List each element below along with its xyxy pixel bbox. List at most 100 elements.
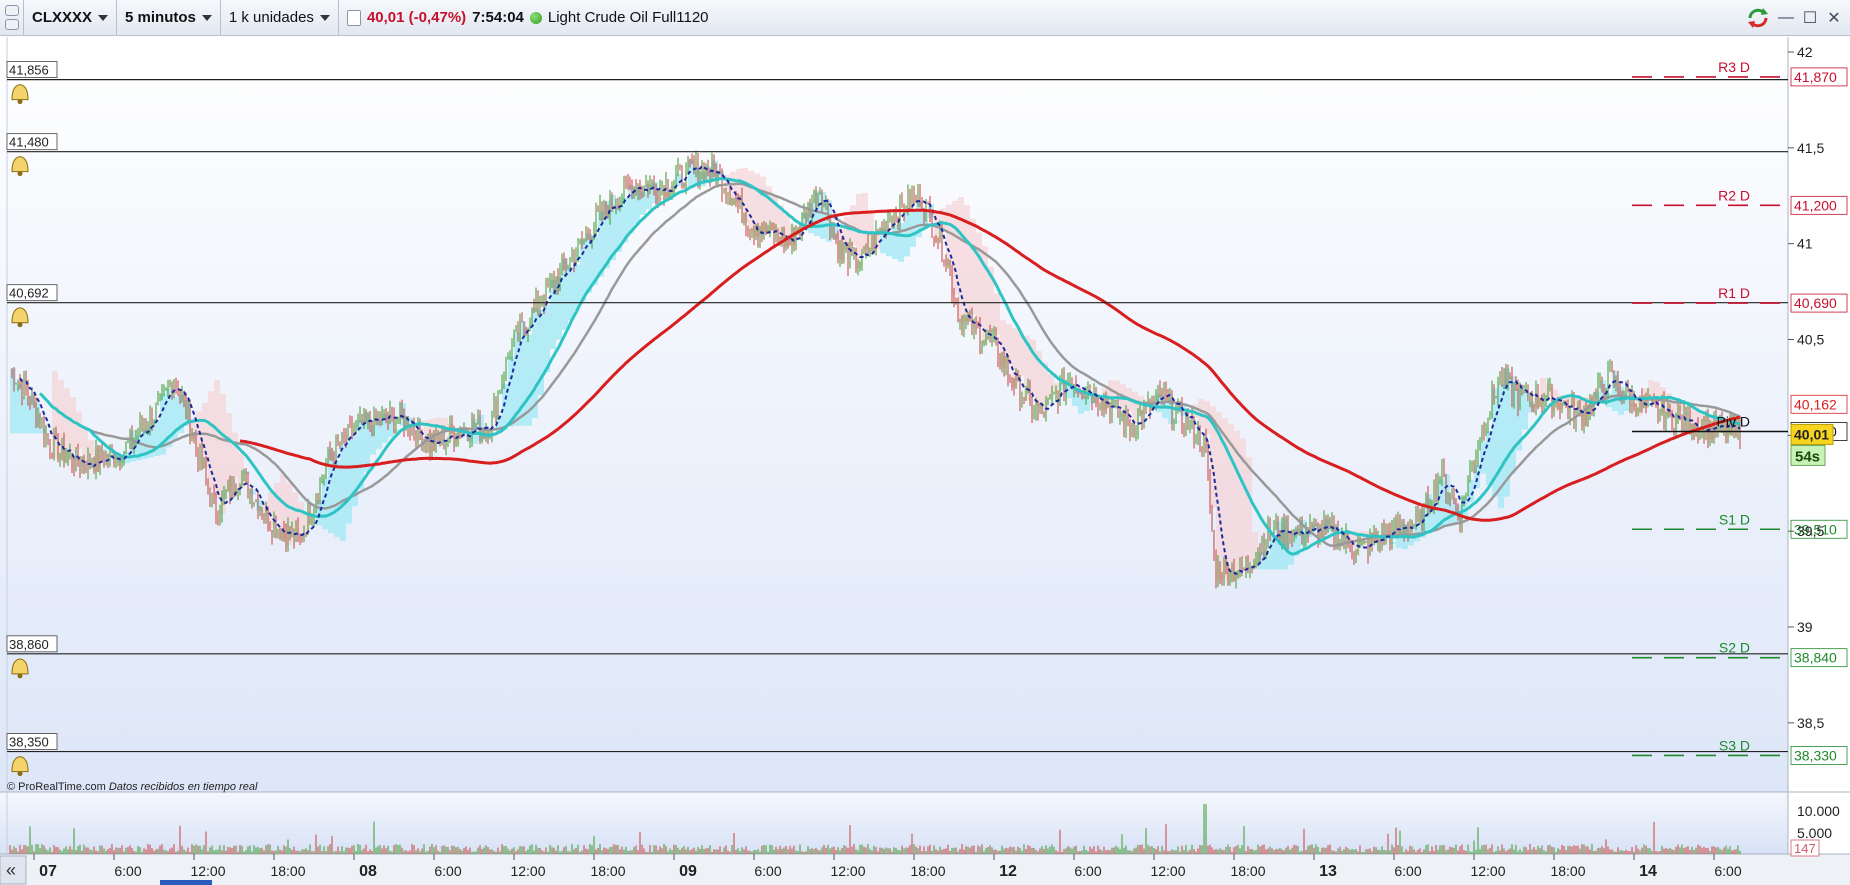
time-tick-label: 18:00	[1550, 863, 1585, 879]
alert-value-label: 40,692	[9, 286, 49, 301]
cloud-segment	[1384, 540, 1390, 542]
alert-value-label: 41,480	[9, 135, 49, 150]
cloud-segment	[400, 403, 406, 426]
bell-clapper-icon	[17, 99, 23, 105]
cloud-segment	[1474, 465, 1480, 489]
sync-icon[interactable]	[1746, 7, 1770, 29]
cloud-segment	[976, 232, 982, 327]
cloud-segment	[328, 449, 334, 534]
cloud-segment	[298, 502, 304, 534]
chevron-down-icon	[201, 14, 212, 21]
price-tick-label: 41	[1797, 236, 1813, 252]
time-tick-label: 09	[679, 863, 697, 880]
cloud-segment	[1264, 553, 1270, 570]
cloud-segment	[1618, 386, 1624, 415]
time-tick-label: 14	[1639, 863, 1657, 880]
time-tick-label: 6:00	[114, 863, 141, 879]
pivot-label: Piv D	[1717, 414, 1750, 430]
cloud-segment	[226, 412, 232, 491]
cloud-segment	[814, 190, 820, 236]
time-tick-label: 07	[39, 863, 57, 880]
cloud-segment	[1246, 457, 1252, 561]
cloud-segment	[1678, 404, 1684, 412]
cloud-segment	[664, 191, 670, 198]
price-tick-label: 41,5	[1797, 140, 1824, 156]
cloud-segment	[808, 203, 814, 234]
cloud-segment	[1546, 383, 1552, 397]
close-icon[interactable]: ✕	[1826, 10, 1842, 27]
cloud-segment	[88, 440, 94, 455]
time-tick-label: 12:00	[1470, 863, 1505, 879]
pivot-label: R2 D	[1718, 187, 1750, 203]
pivot-value-label: 41,870	[1794, 69, 1837, 85]
symbol-selector[interactable]: CLXXXX	[24, 0, 118, 36]
cloud-segment	[568, 267, 574, 321]
time-scrollbar-thumb[interactable]	[160, 880, 212, 885]
bell-clapper-icon	[17, 673, 23, 679]
cloud-segment	[268, 492, 274, 529]
cloud-segment	[832, 226, 838, 240]
cloud-segment	[1648, 380, 1654, 398]
cloud-segment	[820, 191, 826, 239]
price-tick-label: 40,5	[1797, 332, 1824, 348]
units-selector[interactable]: 1 k unidades	[221, 0, 339, 36]
units-label: 1 k unidades	[228, 9, 314, 26]
cloud-segment	[388, 420, 394, 438]
cloud-segment	[652, 181, 658, 204]
time-tick-label: 6:00	[754, 863, 781, 879]
bell-clapper-icon	[17, 171, 23, 177]
cloud-segment	[892, 224, 898, 259]
cloud-segment	[418, 421, 424, 423]
alert-value-label: 38,350	[9, 735, 49, 750]
ma-value-label: 40,162	[1794, 396, 1837, 412]
cloud-segment	[40, 428, 46, 434]
maximize-icon[interactable]: ☐	[1802, 10, 1818, 27]
time-tick-label: 18:00	[270, 863, 305, 879]
time-tick-label: 12:00	[510, 863, 545, 879]
timeframe-selector[interactable]: 5 minutos	[117, 0, 221, 36]
cloud-segment	[232, 432, 238, 478]
chart-area[interactable]: 41,856 41,480 40,692 38,860 38,350 R3 D 41,87…	[0, 37, 1850, 885]
cloud-segment	[1132, 391, 1138, 425]
minimize-icon[interactable]: —	[1778, 9, 1794, 26]
cloud-segment	[22, 396, 28, 434]
cloud-segment	[52, 371, 58, 459]
time-tick-label: 12:00	[830, 863, 865, 879]
cloud-segment	[274, 482, 280, 521]
cloud-segment	[1570, 397, 1576, 406]
time-tick-label: 6:00	[434, 863, 461, 879]
alert-value-label: 41,856	[9, 63, 49, 78]
cloud-segment	[1696, 411, 1702, 425]
price-chart[interactable]: 41,856 41,480 40,692 38,860 38,350 R3 D 41,87…	[0, 37, 1850, 885]
time-tick-label: 6:00	[1074, 863, 1101, 879]
window-grip-icon[interactable]	[0, 0, 24, 36]
cloud-segment	[382, 413, 388, 443]
bell-clapper-icon	[17, 771, 23, 777]
source-note: © ProRealTime.com Datos recibidos en tie…	[7, 781, 258, 793]
instrument-info-icon[interactable]	[346, 9, 361, 26]
countdown-label: 54s	[1795, 448, 1820, 465]
cloud-segment	[862, 192, 868, 249]
cloud-segment	[1594, 391, 1600, 400]
cloud-segment	[742, 167, 748, 223]
cloud-segment	[1510, 376, 1516, 474]
cloud-segment	[340, 444, 346, 541]
time-tick-label: 6:00	[1394, 863, 1421, 879]
pivot-label: R1 D	[1718, 285, 1750, 301]
bell-clapper-icon	[17, 322, 23, 328]
cloud-segment	[1174, 421, 1180, 423]
cloud-segment	[994, 293, 1000, 335]
cloud-segment	[94, 447, 100, 473]
cloud-segment	[658, 197, 664, 200]
cloud-segment	[1060, 382, 1066, 391]
cloud-segment	[436, 417, 442, 432]
cloud-segment	[1048, 374, 1054, 400]
cloud-segment	[34, 402, 40, 434]
cloud-segment	[1390, 541, 1396, 544]
cloud-segment	[1162, 401, 1168, 419]
time-tick-label: 08	[359, 863, 377, 880]
time-tick-label: 12:00	[190, 863, 225, 879]
pivot-value-label: 38,840	[1794, 650, 1837, 666]
cloud-segment	[244, 471, 250, 475]
cloud-segment	[28, 396, 34, 434]
